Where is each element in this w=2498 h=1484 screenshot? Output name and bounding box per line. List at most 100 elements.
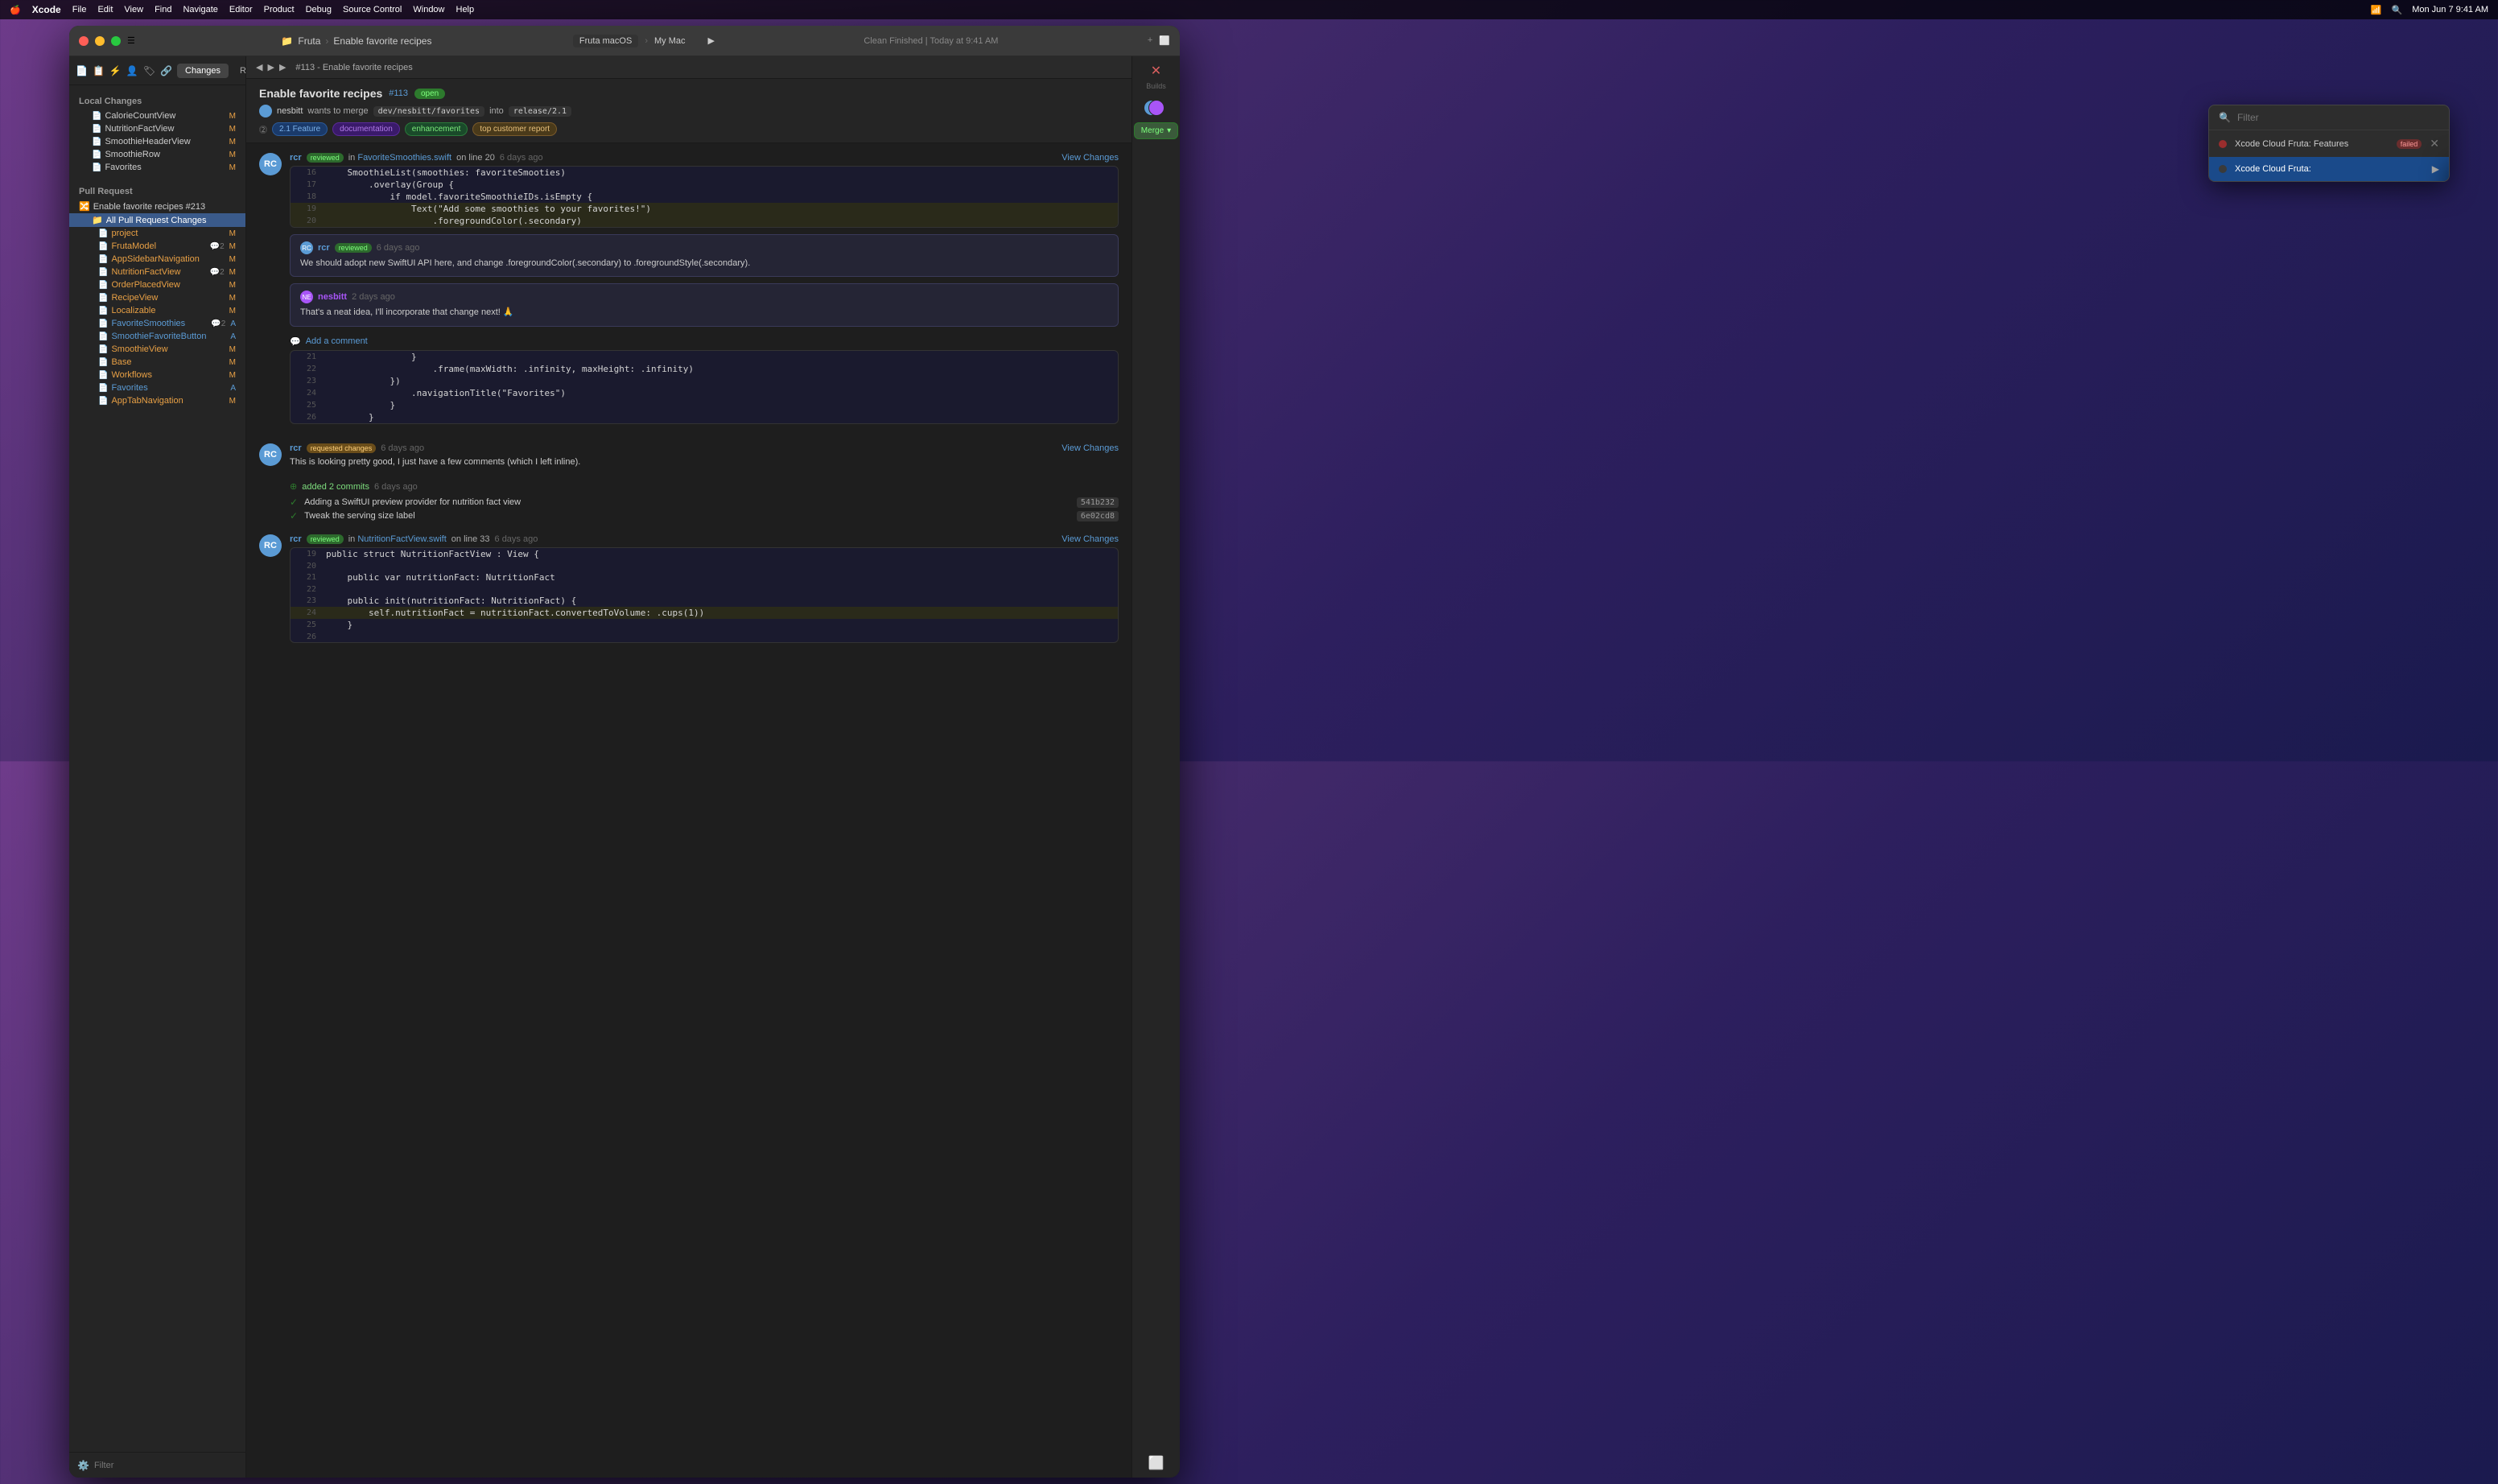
pr-tag-feature[interactable]: 2.1 Feature — [272, 122, 328, 136]
comment-location: on line 20 — [456, 153, 495, 163]
inline-author: rcr — [318, 243, 330, 253]
pr-file-icon: 📄 — [98, 268, 108, 277]
search-icon[interactable]: 🔍 — [2392, 5, 2403, 15]
add-button[interactable]: + — [1148, 35, 1152, 46]
commit-entry-0: ✓ Adding a SwiftUI preview provider for … — [290, 497, 1119, 508]
local-item-4[interactable]: 📄 Favorites M — [69, 161, 245, 174]
editor-menu[interactable]: Editor — [229, 5, 253, 14]
popup-item-0[interactable]: Xcode Cloud Fruta: Features failed ✕ — [2209, 130, 2449, 157]
clock: Mon Jun 7 9:41 AM — [2412, 5, 2488, 14]
pr-file-8[interactable]: 📄 SmoothieFavoriteButton A — [69, 330, 245, 343]
pr-file-icon: 📄 — [98, 242, 108, 251]
pr-file-0[interactable]: 📄 project M — [69, 227, 245, 240]
add-comment-button[interactable]: 💬 Add a comment — [290, 333, 1119, 350]
scheme-selector[interactable]: Fruta macOS — [573, 35, 638, 47]
breadcrumb-pr[interactable]: #113 - Enable favorite recipes — [295, 63, 412, 72]
view-changes-btn[interactable]: View Changes — [1061, 443, 1119, 453]
pr-group-item[interactable]: 🔀 Enable favorite recipes #213 — [69, 200, 245, 213]
sidebar-toggle-icon[interactable]: ☰ — [127, 35, 140, 46]
destination-selector[interactable]: My Mac — [654, 36, 686, 46]
product-menu[interactable]: Product — [264, 5, 295, 14]
local-item-2[interactable]: 📄 SmoothieHeaderView M — [69, 135, 245, 148]
debug-menu[interactable]: Debug — [306, 5, 332, 14]
comment-time: 6 days ago — [381, 443, 424, 453]
merge-button[interactable]: Merge ▾ — [1134, 122, 1178, 139]
all-pr-changes[interactable]: 📁 All Pull Request Changes — [69, 213, 245, 227]
pr-header: Enable favorite recipes #113 open nesbit… — [246, 79, 1132, 143]
find-menu[interactable]: Find — [155, 5, 171, 14]
pr-file-10[interactable]: 📄 Base M — [69, 356, 245, 369]
edit-menu[interactable]: Edit — [97, 5, 113, 14]
pr-file-icon: 📄 — [98, 319, 108, 328]
nav-back[interactable]: ◀ — [256, 62, 262, 72]
comment-block-1: RC rcr requested changes 6 days ago View… — [259, 443, 1119, 468]
sidebar-icon-4[interactable]: 👤 — [126, 65, 138, 76]
file-icon: 📄 — [92, 125, 101, 134]
expand-icon[interactable]: ⬜ — [1148, 1455, 1164, 1471]
help-menu[interactable]: Help — [456, 5, 475, 14]
pr-tag-enhancement[interactable]: enhancement — [405, 122, 468, 136]
nav-forward[interactable]: ▶ — [267, 62, 274, 72]
pr-tag-docs[interactable]: documentation — [332, 122, 400, 136]
pr-file-7[interactable]: 📄 FavoriteSmoothies 💬2 A — [69, 317, 245, 330]
inline-comment-text: We should adopt new SwiftUI API here, an… — [300, 258, 1108, 270]
local-item-3[interactable]: 📄 SmoothieRow M — [69, 148, 245, 161]
source-control-menu[interactable]: Source Control — [343, 5, 402, 14]
build-status: Clean Finished | Today at 9:41 AM — [721, 36, 1141, 46]
builds-popup: 🔍 Xcode Cloud Fruta: Features failed ✕ X… — [2208, 105, 2450, 182]
commit-check-icon: ✓ — [290, 510, 298, 521]
file-menu[interactable]: File — [72, 5, 87, 14]
pr-file-9[interactable]: 📄 SmoothieView M — [69, 343, 245, 356]
close-button[interactable] — [79, 36, 89, 46]
pr-files-list: 📄 project M 📄 FrutaModel 💬2 M 📄 AppSideb… — [69, 227, 245, 407]
pr-file-1[interactable]: 📄 FrutaModel 💬2 M — [69, 240, 245, 253]
pr-file-4[interactable]: 📄 OrderPlacedView M — [69, 278, 245, 291]
pr-file-icon: 📄 — [98, 281, 108, 290]
window-menu[interactable]: Window — [413, 5, 444, 14]
comment-avatar: RC — [259, 153, 282, 175]
extra-code-line: 26 } — [291, 411, 1118, 423]
pr-number: #113 — [389, 89, 408, 98]
code-line: 19 public struct NutritionFactView : Vie… — [291, 548, 1118, 560]
play-button[interactable]: ▶ — [707, 35, 714, 46]
pr-file-icon: 📄 — [98, 371, 108, 380]
popup-item-1[interactable]: Xcode Cloud Fruta: ▶ Navigate to Xcode C… — [2209, 157, 2449, 181]
maximize-button[interactable] — [111, 36, 121, 46]
sidebar-icon-1[interactable]: 📄 — [76, 65, 88, 76]
code-line: 25 } — [291, 619, 1118, 631]
pr-file-11[interactable]: 📄 Workflows M — [69, 369, 245, 381]
sidebar-icon-6[interactable]: 🔗 — [160, 65, 172, 76]
popup-close-0[interactable]: ✕ — [2430, 137, 2439, 150]
view-changes-btn[interactable]: View Changes — [1061, 534, 1119, 544]
local-item-0[interactable]: 📄 CalorieCountView M — [69, 109, 245, 122]
sidebar-icon-2[interactable]: 📋 — [93, 65, 105, 76]
pr-file-icon: 📄 — [98, 332, 108, 341]
popup-search-input[interactable] — [2237, 112, 2439, 123]
pr-file-13[interactable]: 📄 AppTabNavigation M — [69, 394, 245, 407]
pr-file-3[interactable]: 📄 NutritionFactView 💬2 M — [69, 266, 245, 278]
filter-label[interactable]: Filter — [94, 1461, 237, 1470]
pr-file-12[interactable]: 📄 Favorites A — [69, 381, 245, 394]
pr-file-5[interactable]: 📄 RecipeView M — [69, 291, 245, 304]
pr-tag-customer[interactable]: top customer report — [472, 122, 557, 136]
navigate-menu[interactable]: Navigate — [183, 5, 217, 14]
panel-toggle[interactable]: ⬜ — [1159, 35, 1170, 46]
app-menu[interactable]: Xcode — [32, 4, 61, 15]
comment-avatar: RC — [259, 534, 282, 557]
extra-code-line: 25 } — [291, 399, 1118, 411]
popup-item-chevron: ▶ — [2432, 163, 2439, 175]
popup-search-bar: 🔍 — [2209, 105, 2449, 130]
sidebar-tab-changes[interactable]: Changes — [177, 64, 229, 78]
settings-icon[interactable]: ⚙️ — [77, 1460, 89, 1471]
nav-up[interactable]: ▶ — [279, 62, 286, 72]
sidebar-icon-5[interactable]: 🏷 — [143, 65, 155, 76]
view-menu[interactable]: View — [124, 5, 143, 14]
local-item-1[interactable]: 📄 NutritionFactView M — [69, 122, 245, 135]
sidebar-icon-3[interactable]: ⚡ — [109, 65, 122, 76]
apple-menu[interactable]: 🍎 — [10, 5, 21, 15]
pr-file-2[interactable]: 📄 AppSidebarNavigation M — [69, 253, 245, 266]
pr-file-6[interactable]: 📄 Localizable M — [69, 304, 245, 317]
view-changes-btn[interactable]: View Changes — [1061, 153, 1119, 163]
minimize-button[interactable] — [95, 36, 105, 46]
commits-icon: ⊕ — [290, 481, 297, 492]
